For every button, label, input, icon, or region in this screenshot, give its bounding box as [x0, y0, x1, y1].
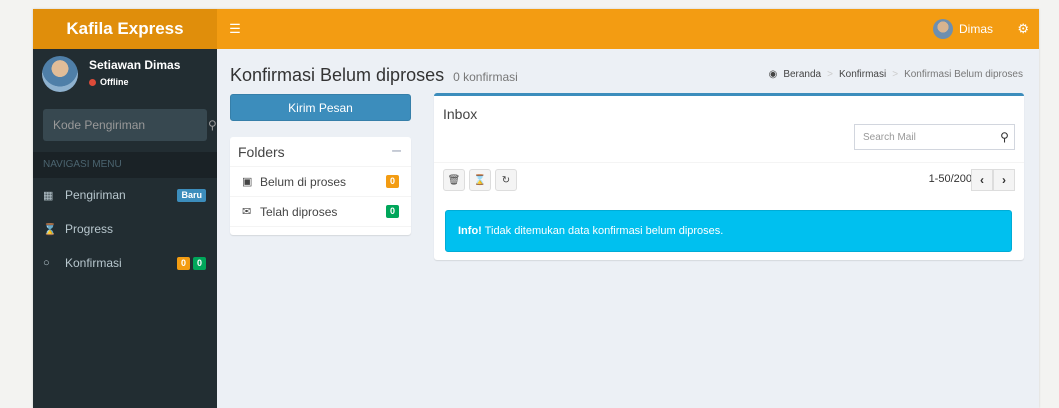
- user-status-label: Offline: [100, 77, 129, 87]
- pending-count-badge: 0: [176, 256, 190, 270]
- folders-box: Folders – ▣ Belum di proses 0 ✉ Telah di…: [230, 137, 411, 235]
- folder-label: Belum di proses: [260, 174, 347, 189]
- inbox-icon: ▣: [242, 176, 253, 188]
- user-avatar-small: [932, 19, 953, 39]
- mail-search-input[interactable]: [855, 125, 995, 149]
- sidebar-item-konfirmasi[interactable]: ○ Konfirmasi 0 0: [33, 246, 217, 280]
- user-panel: Setiawan Dimas Offline: [33, 49, 217, 109]
- mail-search: ⚲: [854, 124, 1015, 150]
- top-navbar: ☰ Dimas ⚙: [217, 9, 1039, 49]
- folders-header: Folders –: [230, 137, 411, 167]
- th-large-icon: ▦: [43, 189, 54, 202]
- alert-text: Tidak ditemukan data konfirmasi belum di…: [481, 225, 724, 237]
- divider: [434, 162, 1024, 163]
- page-title-text: Konfirmasi Belum diproses: [230, 65, 445, 85]
- breadcrumb-konfirmasi[interactable]: Konfirmasi: [839, 69, 886, 80]
- brand-logo[interactable]: Kafila Express: [33, 9, 217, 49]
- pagination-text: 1-50/200: [928, 173, 972, 185]
- search-icon[interactable]: ⚲: [995, 130, 1014, 144]
- inbox-box: Inbox ⚲ 🗑 ⌛ ↻ 1-50/200 ‹ › Info! Tidak d…: [434, 93, 1024, 260]
- user-menu[interactable]: Dimas: [932, 18, 993, 40]
- sidebar-search: ⚲: [43, 109, 217, 141]
- folder-count-badge: 0: [385, 175, 399, 188]
- folder-count-badge: 0: [385, 205, 399, 218]
- new-badge: Baru: [177, 188, 206, 202]
- info-alert: Info! Tidak ditemukan data konfirmasi be…: [445, 210, 1012, 252]
- chevron-right-icon[interactable]: ›: [993, 169, 1015, 191]
- hourglass-icon: ⌛: [43, 223, 57, 236]
- nav-header: NAVIGASI MENU: [33, 152, 217, 178]
- hourglass-icon[interactable]: ⌛: [469, 169, 491, 191]
- hamburger-icon[interactable]: ☰: [227, 21, 243, 37]
- folder-item-telah-diproses[interactable]: ✉ Telah diproses 0: [230, 197, 411, 227]
- gears-icon[interactable]: ⚙: [1017, 21, 1029, 37]
- user-menu-name: Dimas: [958, 22, 993, 36]
- dashboard-icon: ◉: [768, 69, 778, 80]
- sidebar-item-label: Pengiriman: [65, 188, 126, 202]
- sidebar-item-pengiriman[interactable]: ▦ Pengiriman Baru: [33, 178, 217, 212]
- folder-item-belum-diproses[interactable]: ▣ Belum di proses 0: [230, 167, 411, 197]
- sidebar-item-progress[interactable]: ⌛ Progress: [33, 212, 217, 246]
- user-name: Setiawan Dimas: [89, 58, 181, 72]
- breadcrumb-separator: >: [892, 69, 899, 80]
- sidebar-item-label: Progress: [65, 222, 114, 236]
- app-frame: Kafila Express ☰ Dimas ⚙ Setiawan Dimas …: [33, 9, 1039, 408]
- brand-name: Kafila Express: [66, 19, 184, 38]
- folder-label: Telah diproses: [260, 204, 338, 219]
- refresh-icon[interactable]: ↻: [495, 169, 517, 191]
- search-icon[interactable]: ⚲: [208, 118, 217, 132]
- page-subtitle: 0 konfirmasi: [453, 70, 518, 84]
- page-title: Konfirmasi Belum diproses 0 konfirmasi: [230, 65, 518, 86]
- status-dot-icon: [89, 78, 96, 86]
- alert-strong: Info!: [458, 225, 482, 237]
- breadcrumb-home[interactable]: Beranda: [783, 69, 821, 80]
- trash-icon[interactable]: 🗑: [443, 169, 465, 191]
- folders-title: Folders: [238, 144, 285, 160]
- envelope-icon: ✉: [242, 206, 252, 218]
- chevron-left-icon[interactable]: ‹: [971, 169, 993, 191]
- user-status: Offline: [89, 77, 129, 87]
- compose-button[interactable]: Kirim Pesan: [230, 94, 411, 121]
- collapse-icon[interactable]: –: [392, 142, 401, 160]
- sidebar-item-label: Konfirmasi: [65, 256, 122, 270]
- breadcrumb: ◉ Beranda > Konfirmasi > Konfirmasi Belu…: [769, 69, 1023, 80]
- avatar: [42, 56, 78, 92]
- tracking-code-input[interactable]: [43, 109, 208, 141]
- comment-icon: ○: [43, 257, 50, 269]
- inbox-title: Inbox: [443, 106, 478, 122]
- processed-count-badge: 0: [192, 256, 206, 270]
- breadcrumb-separator: >: [827, 69, 833, 80]
- breadcrumb-current: Konfirmasi Belum diproses: [904, 69, 1023, 80]
